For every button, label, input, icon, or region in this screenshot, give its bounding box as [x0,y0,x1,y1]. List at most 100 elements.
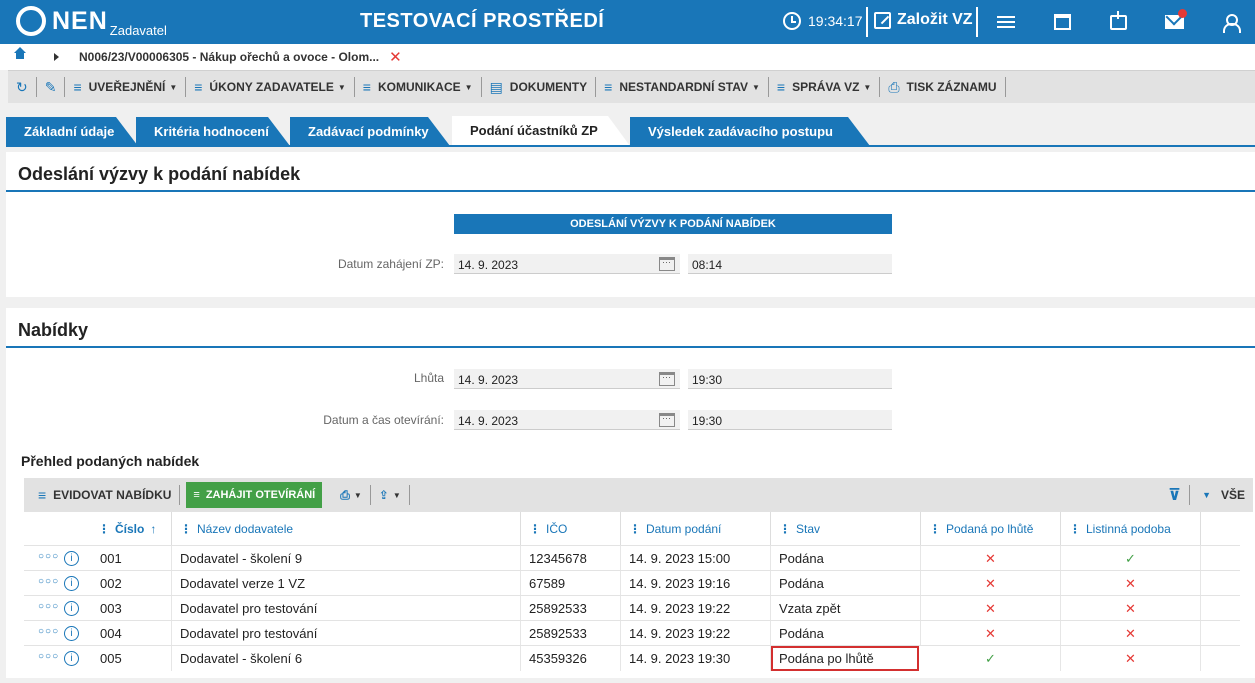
otevirani-time-field[interactable]: 19:30 [688,410,892,430]
ukony-menu[interactable]: ≡ ÚKONY ZADAVATELE ▼ [186,77,355,97]
column-menu-icon[interactable]: ⋮ [529,522,541,536]
cell-datum: 14. 9. 2023 19:22 [621,596,771,621]
column-label: Číslo [115,521,145,536]
column-menu-icon[interactable]: ⋮ [180,522,192,536]
filter-all-label[interactable]: VŠE [1221,488,1245,502]
home-icon[interactable] [14,47,26,62]
zahajit-otevirani-button[interactable]: ≡ ZAHÁJIT OTEVÍRÁNÍ [186,482,323,508]
refresh-button[interactable]: ↻ [8,77,37,97]
section-header-bar: ODESLÁNÍ VÝZVY K PODÁNÍ NABÍDEK [454,214,892,234]
cell-cislo: 004 [92,621,172,646]
more-icon[interactable]: ○○○ [38,546,59,568]
table-row[interactable]: ○○○ i 005 Dodavatel - školení 6 45359326… [24,645,1240,671]
tisk-button[interactable]: ⎙ TISK ZÁZNAMU [880,77,1006,97]
chevron-right-icon [54,53,59,61]
cell-datum: 14. 9. 2023 19:30 [621,646,771,671]
calendar-icon[interactable] [659,413,675,427]
cell-datum: 14. 9. 2023 15:00 [621,546,771,571]
column-menu-icon[interactable]: ⋮ [1069,522,1081,536]
cell-cislo: 002 [92,571,172,596]
uverejneni-label: UVEŘEJNĚNÍ [88,80,166,94]
breadcrumb-item[interactable]: N006/23/V00006305 - Nákup ořechů a ovoce… [79,50,379,64]
dokumenty-button[interactable]: ▤ DOKUMENTY [482,77,597,97]
info-icon[interactable]: i [64,551,79,566]
table-row[interactable]: ○○○ i 002 Dodavatel verze 1 VZ 67589 14.… [24,570,1240,596]
more-icon[interactable]: ○○○ [38,571,59,593]
column-header-cislo[interactable]: ⋮ Číslo ↑ [90,512,172,545]
tab-kriteria[interactable]: Kritéria hodnocení [136,117,290,146]
info-icon[interactable]: i [64,576,79,591]
dokumenty-label: DOKUMENTY [509,80,588,94]
create-vz-button[interactable]: Založit VZ [874,11,973,29]
column-header-datum[interactable]: ⋮ Datum podání [621,512,771,545]
filter-icon[interactable]: ⊽ [1168,485,1191,505]
tab-podani-ucastniku[interactable]: Podání účastníků ZP [452,116,630,146]
column-header-nazev[interactable]: ⋮ Název dodavatele [172,512,521,545]
more-icon[interactable]: ○○○ [38,621,59,643]
tab-zakladni-udaje[interactable]: Základní údaje [6,117,138,146]
column-header-po-lhute[interactable]: ⋮ Podaná po lhůtě [921,512,1061,545]
export-menu[interactable]: ⇪ ▼ [371,485,410,505]
cell-cislo: 005 [92,646,172,671]
tab-zadavaci-podminky[interactable]: Zadávací podmínky [290,117,450,146]
more-icon[interactable]: ○○○ [38,646,59,668]
cell-stav-highlighted: Podána po lhůtě [771,646,919,671]
datum-zahajeni-time-field[interactable]: 08:14 [688,254,892,274]
column-menu-icon[interactable]: ⋮ [779,522,791,536]
info-icon[interactable]: i [64,651,79,666]
column-menu-icon[interactable]: ⋮ [629,522,641,536]
cell-stav: Podána [771,621,921,646]
uverejneni-menu[interactable]: ≡ UVEŘEJNĚNÍ ▼ [65,77,187,97]
komunikace-menu[interactable]: ≡ KOMUNIKACE ▼ [355,77,482,97]
edit-button[interactable]: ✎ [37,77,66,97]
column-header-ico[interactable]: ⋮ IČO [521,512,621,545]
info-icon[interactable]: i [64,626,79,641]
list-icon: ≡ [776,79,786,95]
column-header-listinna[interactable]: ⋮ Listinná podoba [1061,512,1201,545]
tab-underline [6,145,1255,147]
otevirani-date-field[interactable]: 14. 9. 2023 [454,410,680,430]
tab-vysledek[interactable]: Výsledek zadávacího postupu [630,117,870,146]
table-header: ⋮ Číslo ↑ ⋮ Název dodavatele ⋮ IČO ⋮ Datum po… [24,512,1240,545]
cross-icon: ✕ [921,571,1061,596]
column-menu-icon[interactable]: ⋮ [98,522,110,536]
breadcrumb: N006/23/V00006305 - Nákup ořechů a ovoce… [0,44,1255,70]
user-icon[interactable] [1218,10,1242,34]
caret-down-icon[interactable]: ▼ [1202,490,1211,500]
caret-down-icon: ▼ [353,490,362,500]
cell-ico: 25892533 [521,621,621,646]
cross-icon: ✕ [1061,571,1201,596]
info-icon[interactable]: i [64,601,79,616]
cell-stav: Podána [771,546,921,571]
caret-down-icon: ▼ [863,82,872,92]
more-icon[interactable]: ○○○ [38,596,59,618]
nen-logo[interactable]: NEN Zadavatel [16,5,167,39]
menu-icon[interactable] [994,10,1018,34]
close-icon[interactable]: ✕ [389,48,402,66]
sprava-menu[interactable]: ≡ SPRÁVA VZ ▼ [769,77,881,97]
lhuta-date-field[interactable]: 14. 9. 2023 [454,369,680,389]
sprava-label: SPRÁVA VZ [792,80,860,94]
inbox-icon[interactable] [1106,10,1130,34]
cell-nazev: Dodavatel verze 1 VZ [172,571,521,596]
calendar-icon[interactable] [659,372,675,386]
cell-nazev: Dodavatel - školení 6 [172,646,521,671]
datum-zahajeni-date-field[interactable]: 14. 9. 2023 [454,254,680,274]
table-row[interactable]: ○○○ i 003 Dodavatel pro testování 258925… [24,595,1240,621]
table-toolbar: ≡ EVIDOVAT NABÍDKU ≡ ZAHÁJIT OTEVÍRÁNÍ ⎙… [24,478,1253,512]
calendar-icon[interactable] [1050,10,1074,34]
column-header-stav[interactable]: ⋮ Stav [771,512,921,545]
top-bar: NEN Zadavatel TESTOVACÍ PROSTŘEDÍ 19:34:… [0,0,1255,44]
notification-dot [1178,9,1187,18]
table-row[interactable]: ○○○ i 004 Dodavatel pro testování 258925… [24,620,1240,646]
table-row[interactable]: ○○○ i 001 Dodavatel - školení 9 12345678… [24,545,1240,571]
evidovat-button[interactable]: ≡ EVIDOVAT NABÍDKU [24,485,181,505]
print-menu[interactable]: ⎙ ▼ [332,485,371,505]
lhuta-time-field[interactable]: 19:30 [688,369,892,389]
upload-icon: ⇪ [378,488,389,502]
nestandardni-menu[interactable]: ≡ NESTANDARDNÍ STAV ▼ [596,77,769,97]
environment-title: TESTOVACÍ PROSTŘEDÍ [360,10,605,32]
column-menu-icon[interactable]: ⋮ [929,522,941,536]
calendar-icon[interactable] [659,257,675,271]
column-label: Listinná podoba [1086,521,1171,536]
